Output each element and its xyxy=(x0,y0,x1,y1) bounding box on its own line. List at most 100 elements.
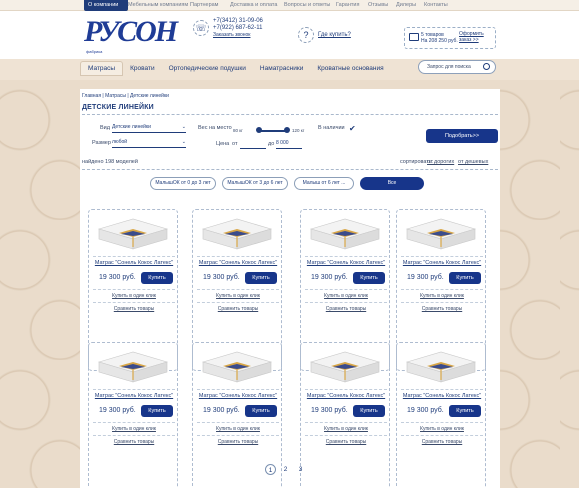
top-nav-item[interactable]: О компании xyxy=(84,0,128,11)
buy-button[interactable]: Купить xyxy=(353,405,385,417)
size-select-value: любой xyxy=(112,139,128,145)
weight-slider-track[interactable] xyxy=(258,130,286,132)
buy-one-click-link[interactable]: Купить в один клик xyxy=(89,293,179,299)
top-navigation: О компании Мебельным компаниям Партнерам До… xyxy=(0,0,579,11)
compare-link[interactable]: Сравнить товары xyxy=(301,439,391,445)
page-number[interactable]: 1 xyxy=(265,464,276,475)
sort-cheap-link[interactable]: от дешевых xyxy=(458,159,488,165)
product-title[interactable]: Матрас "Сонель Кокос Латекс" xyxy=(195,393,281,399)
category-item[interactable]: Наматрасники xyxy=(253,62,310,75)
divider xyxy=(197,389,279,390)
price-from-input[interactable] xyxy=(240,140,266,149)
top-nav-item[interactable]: Гарантия xyxy=(336,2,368,11)
buy-one-click-link[interactable]: Купить в один клик xyxy=(89,426,179,432)
search-input[interactable]: Запрос для поиска xyxy=(427,64,471,70)
product-image[interactable] xyxy=(95,348,171,386)
buy-one-click-link[interactable]: Купить в один клик xyxy=(397,426,487,432)
age-filter-button[interactable]: МалышОК от 3 до 6 лет xyxy=(222,177,288,190)
compare-link[interactable]: Сравнить товары xyxy=(397,306,487,312)
product-image[interactable] xyxy=(199,348,275,386)
age-filter-button[interactable]: Все xyxy=(360,177,424,190)
where-to-buy[interactable]: ? Где купить? xyxy=(298,27,351,43)
buy-button[interactable]: Купить xyxy=(449,405,481,417)
buy-button[interactable]: Купить xyxy=(245,405,277,417)
product-title[interactable]: Матрас "Сонель Кокос Латекс" xyxy=(195,260,281,266)
buy-one-click-link[interactable]: Купить в один клик xyxy=(193,426,283,432)
top-nav-item[interactable]: Дилеры xyxy=(396,2,424,11)
product-title[interactable]: Матрас "Сонель Кокос Латекс" xyxy=(91,393,177,399)
product-card[interactable]: Матрас "Сонель Кокос Латекс" 19 300 руб. К… xyxy=(300,342,390,488)
in-stock-label: В наличии xyxy=(318,125,345,131)
search-icon[interactable] xyxy=(483,63,490,70)
buy-button[interactable]: Купить xyxy=(141,405,173,417)
price-to-label: до xyxy=(268,141,275,147)
top-nav-item[interactable]: Отзывы xyxy=(368,2,396,11)
search-box[interactable]: Запрос для поиска xyxy=(418,60,496,74)
compare-link[interactable]: Сравнить товары xyxy=(397,439,487,445)
product-title[interactable]: Матрас "Сонель Кокос Латекс" xyxy=(303,260,389,266)
top-nav-item[interactable]: Партнерам xyxy=(190,2,230,11)
top-nav-item[interactable]: Вопросы и ответы xyxy=(284,2,336,11)
top-nav-item[interactable]: Доставка и оплата xyxy=(230,2,284,11)
page-number[interactable]: 2 xyxy=(280,464,291,475)
age-filter-button[interactable]: МалышОК от 0 до 3 лет xyxy=(150,177,216,190)
buy-button[interactable]: Купить xyxy=(353,272,385,284)
buy-button[interactable]: Купить xyxy=(141,272,173,284)
buy-one-click-link[interactable]: Купить в один клик xyxy=(193,293,283,299)
breadcrumb[interactable]: Главная | Матрасы | Детские линейки xyxy=(82,93,169,99)
weight-slider-min-handle[interactable] xyxy=(256,127,262,133)
where-to-buy-link[interactable]: Где купить? xyxy=(318,32,351,38)
product-price: 19 300 руб. xyxy=(99,407,136,414)
product-image[interactable] xyxy=(307,215,383,253)
buy-one-click-link[interactable]: Купить в один клик xyxy=(301,293,391,299)
product-image[interactable] xyxy=(403,348,479,386)
compare-link[interactable]: Сравнить товары xyxy=(89,306,179,312)
size-select[interactable]: любой ⌄ xyxy=(112,139,186,148)
product-card[interactable]: Матрас "Сонель Кокос Латекс" 19 300 руб. К… xyxy=(396,342,486,488)
buy-one-click-link[interactable]: Купить в один клик xyxy=(397,293,487,299)
category-item[interactable]: Кроватные основания xyxy=(310,62,390,75)
cart-widget[interactable]: 5 товаров На 208 250 руб. Оформить заказ… xyxy=(404,27,496,49)
top-nav-item[interactable]: Мебельным компаниям xyxy=(128,2,190,11)
sort-expensive-link[interactable]: от дорогих xyxy=(427,159,454,165)
buy-button[interactable]: Купить xyxy=(449,272,481,284)
view-select[interactable]: Детские линейки ⌄ xyxy=(112,124,186,133)
logo-subtext: фабрика xyxy=(86,49,103,54)
compare-link[interactable]: Сравнить товары xyxy=(89,439,179,445)
product-title[interactable]: Матрас "Сонель Кокос Латекс" xyxy=(303,393,389,399)
divider xyxy=(401,435,483,436)
price-to-input[interactable]: 8 000 xyxy=(276,140,302,149)
product-price: 19 300 руб. xyxy=(407,407,444,414)
price-to-value: 8 000 xyxy=(276,140,289,146)
compare-link[interactable]: Сравнить товары xyxy=(301,306,391,312)
product-card[interactable]: Матрас "Сонель Кокос Латекс" 19 300 руб. К… xyxy=(88,342,178,488)
product-title[interactable]: Матрас "Сонель Кокос Латекс" xyxy=(399,393,485,399)
logo[interactable]: РУСОН фабрика xyxy=(84,15,178,57)
product-image[interactable] xyxy=(199,215,275,253)
product-image[interactable] xyxy=(307,348,383,386)
contact-phones: ☏ +7(3412) 31-09-06 +7(922) 687-62-11 За… xyxy=(193,18,263,39)
weight-slider-max-handle[interactable] xyxy=(284,127,290,133)
callback-link[interactable]: Заказать звонок xyxy=(213,32,263,39)
pick-button[interactable]: Подобрать>> xyxy=(426,129,498,143)
compare-link[interactable]: Сравнить товары xyxy=(193,306,283,312)
buy-one-click-link[interactable]: Купить в один клик xyxy=(301,426,391,432)
category-item[interactable]: Кровати xyxy=(123,62,161,75)
top-nav-item[interactable]: Контакты xyxy=(424,2,454,11)
site-header: РУСОН фабрика ☏ +7(3412) 31-09-06 +7(922… xyxy=(0,11,579,59)
category-item[interactable]: Матрасы xyxy=(80,60,124,76)
checkout-link[interactable]: Оформить заказ >> xyxy=(459,31,489,43)
product-title[interactable]: Матрас "Сонель Кокос Латекс" xyxy=(91,260,177,266)
product-image[interactable] xyxy=(403,215,479,253)
compare-link[interactable]: Сравнить товары xyxy=(193,439,283,445)
chevron-down-icon: ⌄ xyxy=(181,139,186,145)
age-filter-button[interactable]: Малыш от 6 лет ... xyxy=(294,177,354,190)
product-title[interactable]: Матрас "Сонель Кокос Латекс" xyxy=(399,260,485,266)
divider xyxy=(197,256,279,257)
page-number[interactable]: 3 xyxy=(295,464,306,475)
buy-button[interactable]: Купить xyxy=(245,272,277,284)
product-price: 19 300 руб. xyxy=(203,407,240,414)
in-stock-checkbox[interactable]: ✔ xyxy=(349,124,356,133)
category-item[interactable]: Ортопедические подушки xyxy=(162,62,253,75)
product-image[interactable] xyxy=(95,215,171,253)
